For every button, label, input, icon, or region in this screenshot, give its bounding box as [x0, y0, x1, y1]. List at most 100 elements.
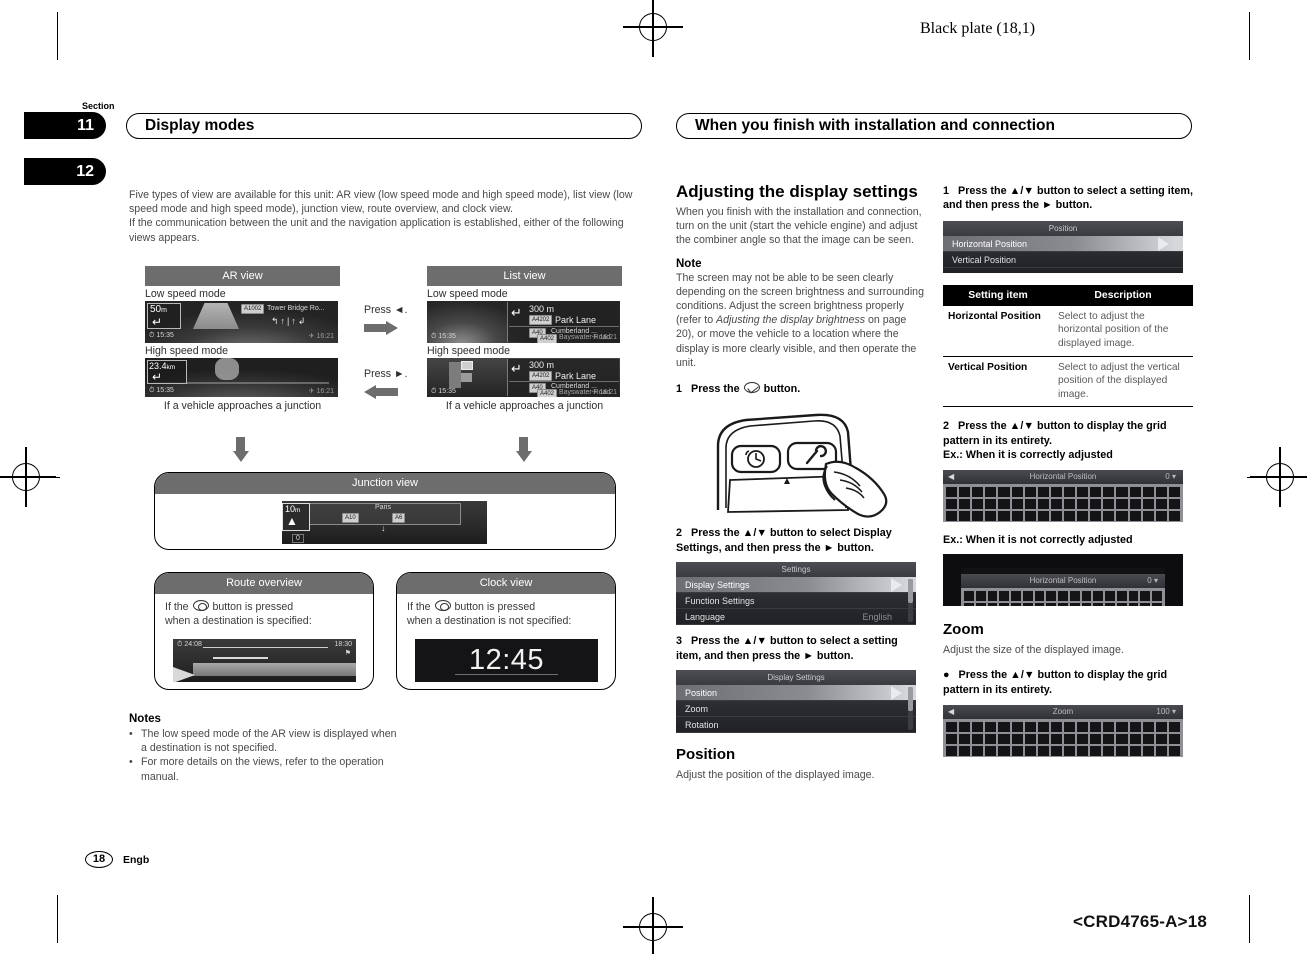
ar-low-clock-right: ✈ 16:21: [308, 333, 334, 340]
zoom-bullet-step: ● Press the ▲/▼ button to display the gri…: [943, 669, 1168, 696]
clock-time: 12:45: [468, 644, 545, 676]
list-low-clock-left: ⏱ 15:35: [431, 333, 456, 340]
table-row: Horizontal Position Select to adjust the…: [943, 305, 1193, 357]
position-step-2: 2 Press the ▲/▼ button to display the gri…: [943, 420, 1167, 462]
registration-cross-top-v: [652, 0, 654, 57]
list-high-badge-3: A402: [537, 389, 558, 397]
right-last-column: 1 Press the ▲/▼ button to select a settin…: [943, 184, 1193, 758]
junction-down-marker-icon: ↓: [381, 523, 386, 533]
clock-view-screen: 12:45: [415, 639, 598, 682]
left-notes: Notes • The low speed mode of the AR vie…: [129, 713, 399, 784]
note-heading: Note: [676, 257, 702, 270]
route-goal-flag-icon: ⚑: [344, 650, 351, 657]
section-tab-12: 12: [24, 158, 106, 185]
right-middle-column: Adjusting the display settings When you …: [676, 182, 924, 782]
junction-view-box: Junction view 10m ▲ Paris A10 A6 ↓ 0: [154, 472, 616, 550]
ar-low-road-name: Tower Bridge Ro...: [267, 304, 325, 312]
display-settings-menu-screen: Display Settings Position Zoom Rotation: [676, 670, 916, 734]
crop-mark-bl-v: [57, 895, 59, 943]
settings-row-language[interactable]: Language English: [676, 609, 916, 626]
left-chapter-title: Display modes: [126, 113, 642, 139]
position-row-vertical[interactable]: Vertical Position: [943, 252, 1183, 268]
ar-low-speed-label: Low speed mode: [145, 288, 226, 300]
position-step-1: 1 Press the ▲/▼ button to select a settin…: [943, 185, 1193, 212]
route-overview-box: Route overview If the button is pressed …: [154, 572, 374, 690]
ar-low-lane-icons: ↰↑|↑↲: [271, 316, 308, 326]
display-settings-scrollbar[interactable]: [908, 687, 913, 731]
list-low-distance: 300 m: [529, 304, 555, 314]
zoom-grid-titlebar: ◀ Zoom 100 ▾: [943, 705, 1183, 720]
table-header-description: Description: [1053, 284, 1193, 306]
grid-incorrect-value: 0 ▾: [1147, 576, 1158, 585]
junction-badge-1: A10: [342, 513, 359, 523]
note-item-2: • For more details on the views, refer t…: [129, 755, 399, 783]
clock-button-icon-2: [434, 600, 451, 611]
settings-row-function-settings[interactable]: Function Settings: [676, 593, 916, 610]
press-right-group: Press ►.: [364, 368, 407, 399]
setting-items-table: Setting item Description Horizontal Posi…: [943, 284, 1193, 408]
note-item-1-text: The low speed mode of the AR view is dis…: [141, 728, 397, 755]
registration-cross-left-v: [25, 447, 27, 507]
grid-cells-zoom: [943, 719, 1183, 758]
list-low-clock-right: ✈ 16:21: [591, 334, 617, 341]
junction-lane-icon: ▲: [286, 514, 298, 528]
grid-left-arrow-icon: ◀: [948, 471, 955, 481]
table-header-row: Setting item Description: [943, 284, 1193, 306]
settings-button-icon: [743, 382, 760, 394]
ar-high-speed-screen: 23.4km ↵ ⏱ 15:35 ✈ 16:21: [145, 358, 338, 397]
grid-screen-correct: ◀ Horizontal Position 0 ▾: [943, 469, 1183, 522]
zoom-heading: Zoom: [943, 621, 984, 638]
zoom-grid-title: Zoom: [1052, 707, 1074, 717]
ar-high-clock-left: ⏱ 15:35: [149, 387, 174, 394]
list-view-caption: If a vehicle approaches a junction: [445, 400, 604, 412]
bullet-filled-icon: ●: [943, 669, 950, 682]
settings-menu-titlebar: Settings: [676, 562, 916, 578]
position-menu-title: Position: [1048, 223, 1078, 233]
list-low-turn-icon: ↵: [511, 305, 522, 320]
document-code: <CRD4765-A>18: [1073, 912, 1207, 931]
display-settings-row-position[interactable]: Position: [676, 685, 916, 702]
grid-cells-correct: [943, 483, 1183, 522]
position-menu-screen: Position Horizontal Position Vertical Po…: [943, 220, 1183, 273]
position-row-horizontal[interactable]: Horizontal Position: [943, 235, 1183, 252]
step-2: 2 Press the ▲/▼ button to select Display …: [676, 527, 892, 554]
left-intro-p1: Five types of view are available for thi…: [129, 189, 633, 216]
settings-language-value: English: [862, 612, 892, 623]
left-intro-p2: If the communication between the unit an…: [129, 217, 624, 244]
ar-view-title: AR view: [145, 266, 340, 286]
zoom-grid-value: 100 ▾: [1156, 707, 1176, 717]
list-high-distance: 300 m: [529, 360, 555, 370]
crop-mark-tr-v: [1249, 12, 1251, 60]
settings-row-display-settings[interactable]: Display Settings: [676, 577, 916, 594]
step-1: 1 Press the button.: [676, 382, 801, 396]
note-item-2-text: For more details on the views, refer to …: [141, 756, 384, 783]
clock-underline: [455, 674, 558, 675]
list-high-badge-1: A4202: [529, 371, 553, 381]
step-3: 3 Press the ▲/▼ button to select a settin…: [676, 635, 898, 662]
black-plate-label: Black plate (18,1): [920, 20, 1036, 37]
route-overview-text: If the button is pressed when a destinat…: [165, 600, 312, 628]
ar-high-clock-right: ✈ 16:21: [308, 388, 334, 395]
zoom-description: Adjust the size of the displayed image.: [943, 644, 1124, 656]
ar-low-clock-left: ⏱ 15:35: [149, 332, 174, 339]
settings-menu-screen: Settings Display Settings Function Setti…: [676, 562, 916, 626]
display-settings-row-zoom[interactable]: Zoom: [676, 701, 916, 718]
arrow-down-icon-left: [233, 437, 249, 462]
display-settings-title: Display Settings: [767, 673, 825, 683]
selection-arrow-icon: [891, 578, 902, 593]
settings-scrollbar[interactable]: [908, 579, 913, 623]
crop-mark-tl-v: [57, 12, 59, 60]
bullet-icon-2: •: [129, 756, 133, 769]
adjusting-display-settings-heading: Adjusting the display settings: [676, 182, 918, 201]
ar-low-turn-arrow-icon: ↵: [152, 315, 163, 329]
ar-low-road-badge: A1002: [241, 304, 265, 314]
display-settings-row-rotation[interactable]: Rotation: [676, 717, 916, 734]
table-cell-desc-vertical: Select to adjust the vertical position o…: [1053, 356, 1193, 408]
arrow-left-icon: [364, 385, 398, 399]
table-cell-desc-horizontal: Select to adjust the horizontal position…: [1053, 305, 1193, 357]
example-incorrect-label: Ex.: When it is not correctly adjusted: [943, 533, 1133, 546]
list-view-title: List view: [427, 266, 622, 286]
section-tab-11: 11: [24, 112, 106, 139]
notes-heading: Notes: [129, 713, 161, 725]
list-high-speed-screen: ↵ 300 m A4202 Park Lane A40 Cumberland .…: [427, 358, 620, 397]
